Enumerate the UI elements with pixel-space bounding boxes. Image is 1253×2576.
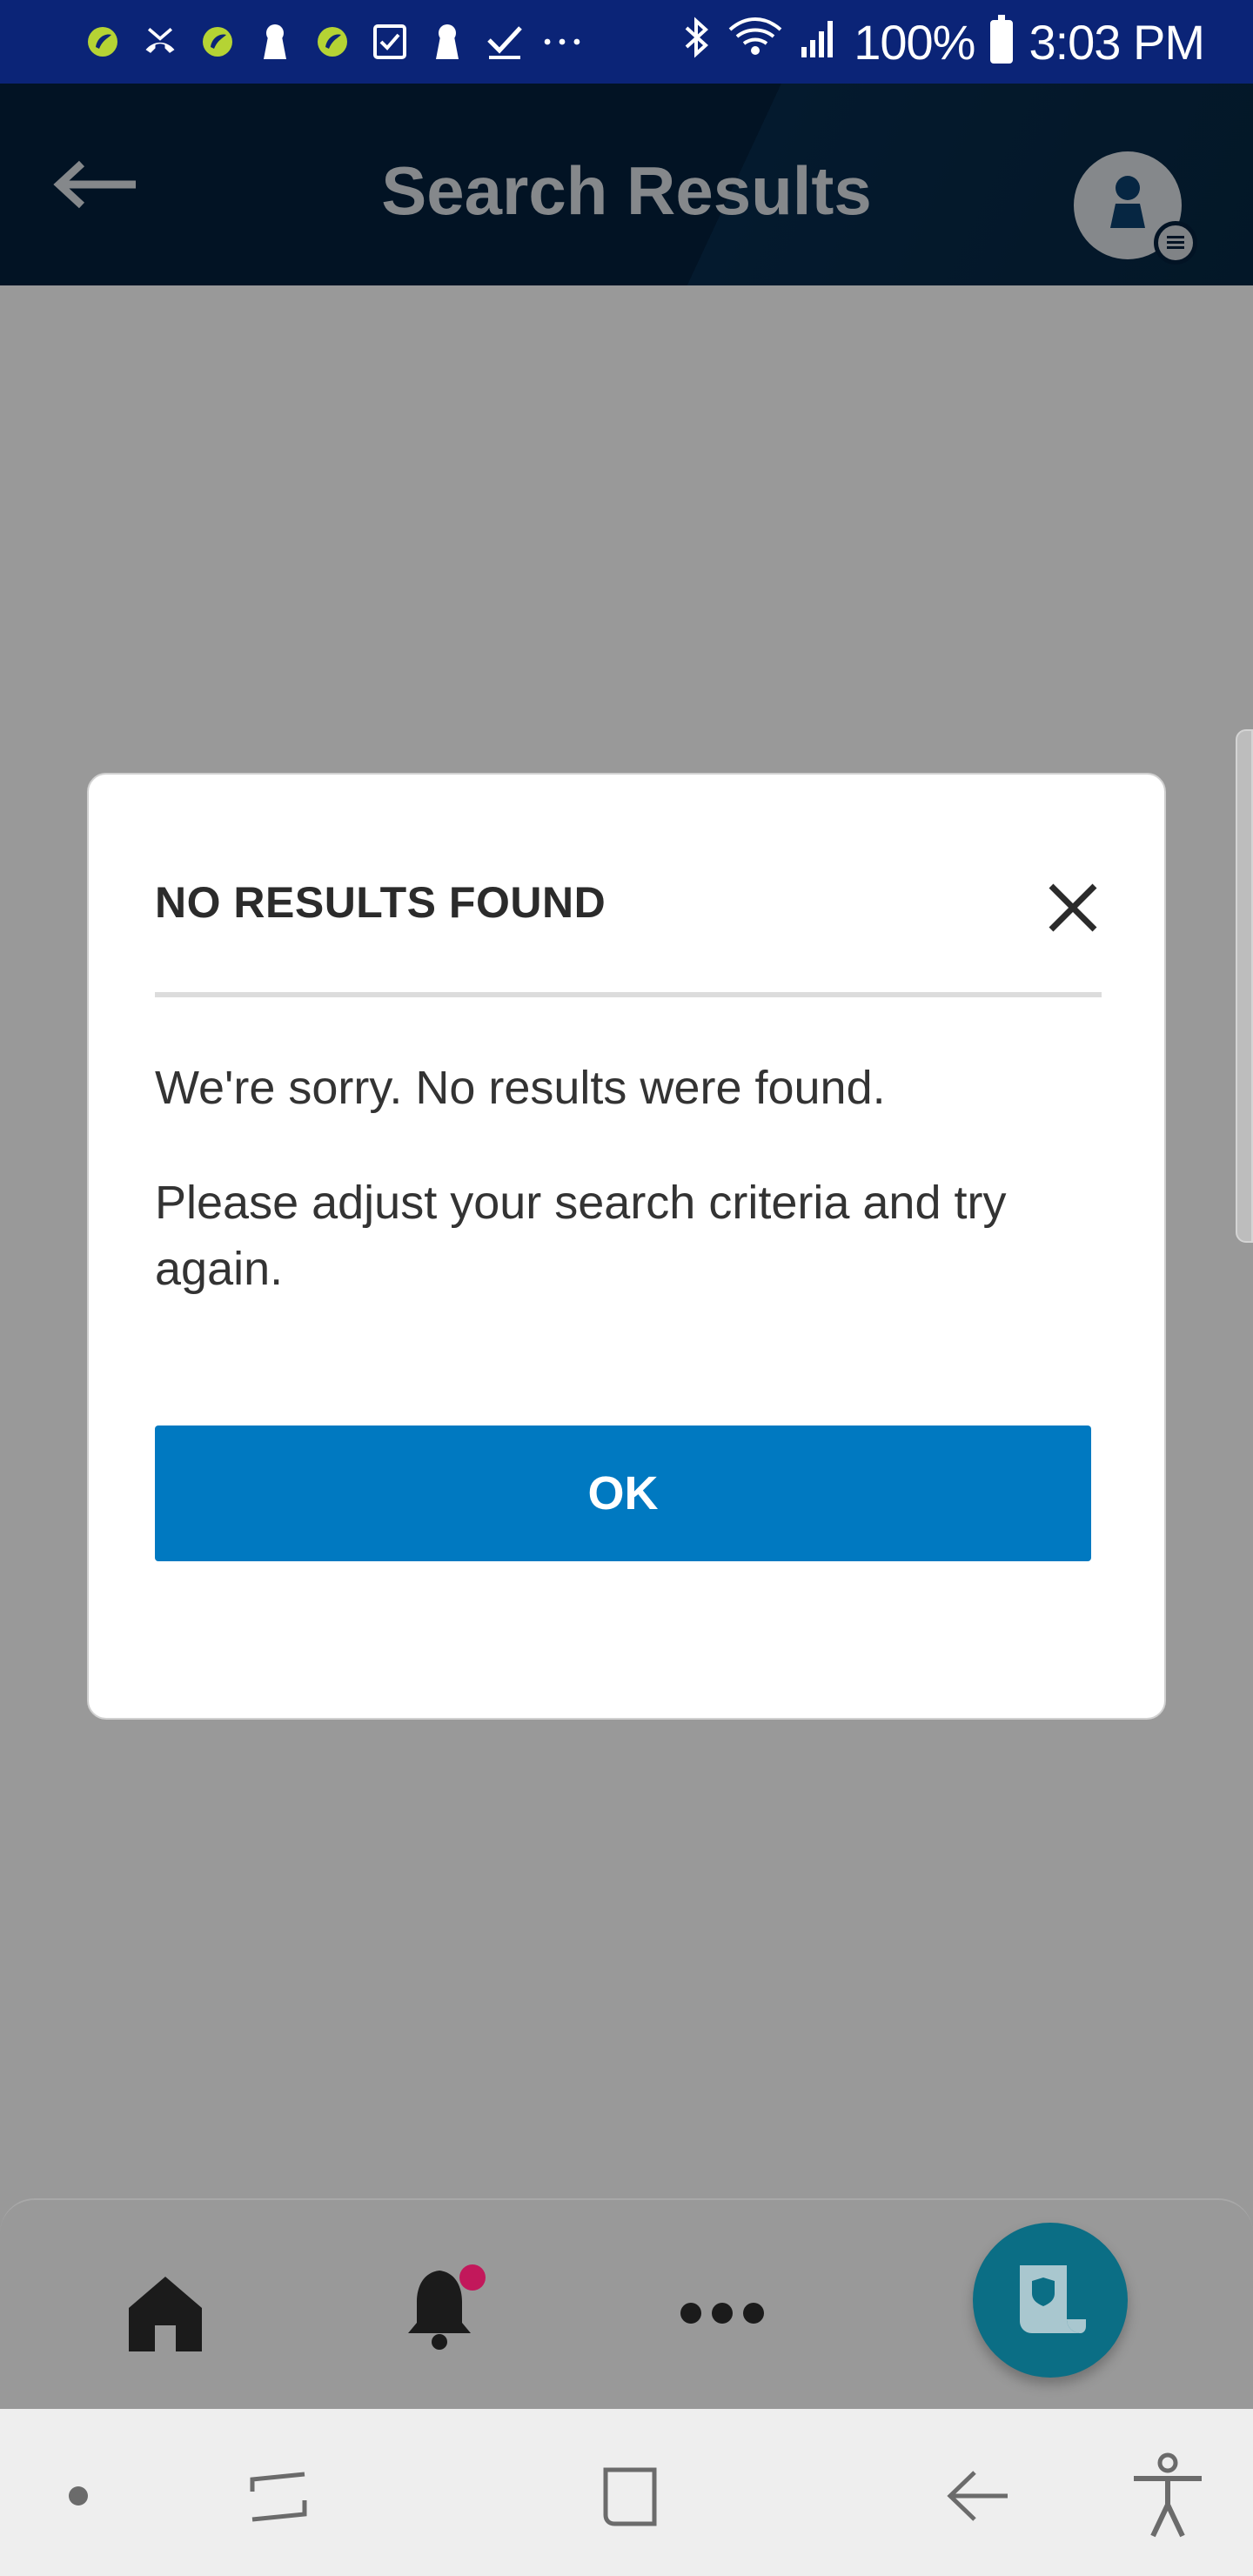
clock: 3:03 PM — [1029, 14, 1205, 70]
nav-dot-button[interactable] — [35, 2452, 122, 2539]
accessibility-icon — [1134, 2452, 1202, 2538]
bottom-navigation — [0, 2198, 1253, 2409]
back-arrow-icon — [947, 2471, 1008, 2521]
wifi-icon — [727, 14, 784, 70]
scroll-indicator — [1236, 729, 1253, 1243]
no-results-dialog: NO RESULTS FOUND We're sorry. No results… — [87, 773, 1166, 1720]
page-title: Search Results — [381, 152, 872, 229]
square-home-icon — [603, 2467, 657, 2526]
leaf-app-icon — [313, 21, 352, 63]
recents-icon — [250, 2472, 307, 2522]
leaf-app-icon — [198, 21, 237, 63]
notification-icons — [84, 21, 683, 63]
profile-button[interactable] — [1074, 151, 1197, 265]
nav-home-button[interactable] — [113, 2261, 218, 2365]
dot-icon — [69, 2486, 88, 2506]
policy-fab-button[interactable] — [973, 2223, 1128, 2378]
leaf-app-icon — [84, 21, 122, 63]
battery-percent: 100% — [854, 14, 975, 70]
home-system-button[interactable] — [583, 2452, 670, 2539]
nav-more-button[interactable] — [670, 2261, 774, 2365]
recents-button[interactable] — [235, 2452, 322, 2539]
checkbox-icon — [371, 21, 409, 63]
keyhole-icon — [256, 21, 294, 63]
dialog-title: NO RESULTS FOUND — [155, 878, 606, 927]
keyhole-icon — [428, 21, 466, 63]
signal-icon — [800, 14, 838, 70]
accessibility-button[interactable] — [1124, 2452, 1211, 2539]
back-system-button[interactable] — [935, 2452, 1022, 2539]
close-icon — [1049, 883, 1097, 932]
policy-document-icon — [1020, 2265, 1086, 2333]
more-icon — [680, 2303, 764, 2324]
notification-dot — [459, 2264, 486, 2291]
dialog-message-secondary: Please adjust your search criteria and t… — [155, 1177, 1007, 1295]
ok-button[interactable]: OK — [155, 1426, 1091, 1561]
check-icon — [486, 21, 524, 63]
system-navigation-bar — [0, 2409, 1253, 2576]
app-bar: Search Results — [0, 84, 1253, 285]
dialog-divider — [155, 992, 1102, 997]
battery-icon — [990, 15, 1014, 64]
nav-notifications-button[interactable] — [392, 2257, 496, 2362]
menu-badge-icon — [1154, 221, 1197, 265]
status-bar: 100% 3:03 PM — [0, 0, 1253, 84]
bell-icon — [408, 2264, 486, 2350]
status-indicators: 100% 3:03 PM — [683, 14, 1205, 70]
home-icon — [129, 2277, 202, 2351]
close-button[interactable] — [1042, 877, 1103, 938]
bluetooth-icon — [683, 14, 711, 70]
missed-call-icon — [141, 21, 179, 63]
more-dots-icon — [543, 21, 581, 63]
dialog-message-primary: We're sorry. No results were found. — [155, 1062, 886, 1114]
